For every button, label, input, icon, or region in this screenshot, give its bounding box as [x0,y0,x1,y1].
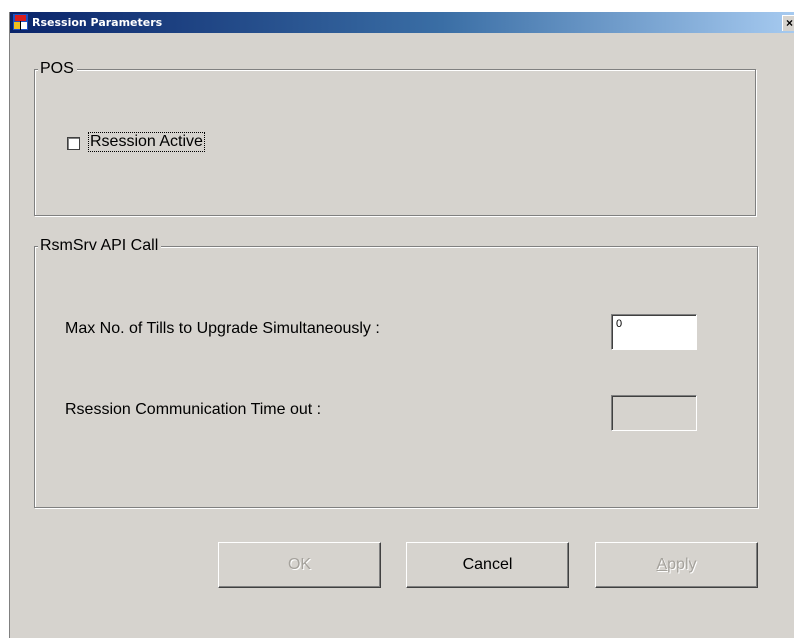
max-tills-input[interactable]: 0 [611,314,697,350]
rsession-active-checkbox[interactable] [67,137,80,150]
close-button[interactable]: × [782,15,794,31]
window-title: Rsession Parameters [32,16,163,29]
apply-label-rest: pply [667,556,697,573]
max-tills-label: Max No. of Tills to Upgrade Simultaneous… [65,320,380,337]
app-icon [13,14,28,30]
pos-group-legend: POS [38,60,77,78]
title-bar[interactable]: Rsession Parameters × [10,12,794,33]
timeout-input[interactable] [611,395,697,431]
apply-button[interactable]: Apply [595,542,758,588]
timeout-label: Rsession Communication Time out : [65,401,322,418]
rsmsrv-api-group: RsmSrv API Call [34,237,758,508]
close-icon: × [785,16,793,30]
ok-button[interactable]: OK [218,542,381,588]
cancel-button[interactable]: Cancel [406,542,569,588]
dialog-window: Rsession Parameters × POS Rsession Activ… [9,12,794,638]
rsmsrv-api-group-legend: RsmSrv API Call [38,237,162,255]
apply-accelerator: A [656,556,668,573]
rsession-active-label[interactable]: Rsession Active [88,132,205,152]
